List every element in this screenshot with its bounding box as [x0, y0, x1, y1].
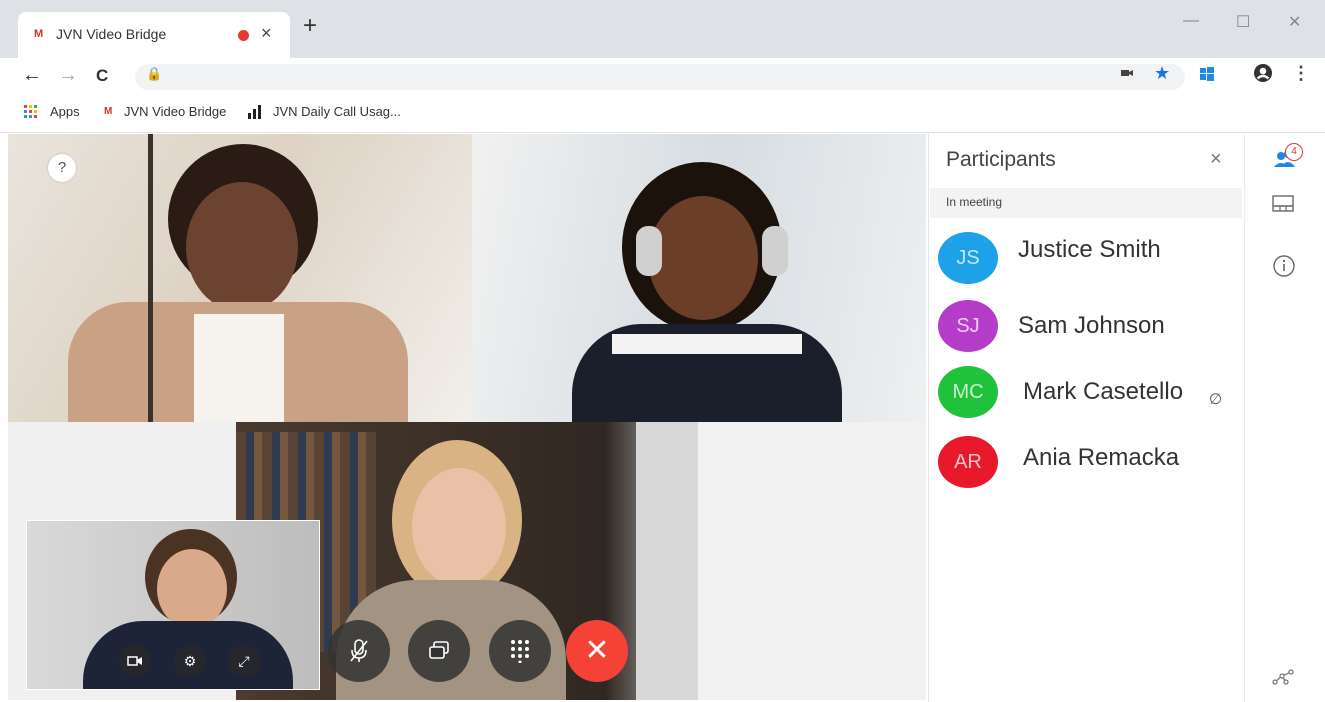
mic-off-icon: ∅: [1209, 391, 1223, 408]
background-wall: [636, 422, 698, 700]
right-rail: [1244, 134, 1325, 702]
self-expand-button[interactable]: ⤢: [228, 645, 260, 677]
self-video-button[interactable]: [119, 645, 151, 677]
camera-indicator-icon[interactable]: [1120, 66, 1134, 85]
lock-icon: 🔒: [146, 66, 163, 81]
bookmark-jvn-daily-call-usage[interactable]: JVN Daily Call Usag...: [273, 104, 401, 119]
info-icon[interactable]: [1272, 254, 1296, 283]
help-button[interactable]: ?: [48, 154, 76, 182]
bookmark-apps[interactable]: Apps: [50, 104, 80, 119]
participant-name: Justice Smith: [1018, 236, 1161, 263]
bookmark-jvn-video-bridge[interactable]: JVN Video Bridge: [124, 104, 226, 119]
participants-panel-close-button[interactable]: ×: [1210, 148, 1222, 171]
participant-item[interactable]: SJ Sam Johnson: [930, 294, 1242, 356]
forward-button[interactable]: →: [58, 64, 78, 87]
participant-avatar: SJ: [938, 300, 998, 352]
headphone-left: [636, 226, 662, 276]
participant-face: [412, 468, 506, 586]
participant-item[interactable]: AR Ania Remacka: [930, 430, 1242, 492]
close-window-button[interactable]: ✕: [1288, 12, 1301, 32]
reload-button[interactable]: C: [96, 66, 108, 86]
video-tile-participant-2[interactable]: [472, 134, 926, 422]
minimize-button[interactable]: —: [1183, 12, 1199, 30]
apps-grid-icon[interactable]: [24, 105, 38, 124]
participants-panel-title: Participants: [946, 148, 1056, 171]
maximize-button[interactable]: ☐: [1236, 12, 1250, 32]
background-pole: [148, 134, 153, 422]
network-icon[interactable]: [1272, 668, 1294, 691]
bookmark-favicon-icon: M: [104, 106, 113, 117]
participant-avatar: MC: [938, 366, 998, 418]
menu-icon[interactable]: ⋮: [1292, 63, 1310, 84]
tab-title: JVN Video Bridge: [56, 26, 167, 42]
participant-name: Sam Johnson: [1018, 312, 1165, 339]
participant-name: Mark Casetello: [1023, 378, 1184, 405]
participant-face: [186, 182, 298, 312]
video-tile-empty-right: [698, 422, 926, 700]
participant-name: Ania Remacka: [1023, 444, 1180, 471]
share-screen-button[interactable]: [408, 620, 470, 682]
headphone-right: [762, 226, 788, 276]
back-button[interactable]: ←: [22, 64, 42, 87]
keypad-button[interactable]: [489, 620, 551, 682]
self-view[interactable]: ⚙ ⤢: [26, 520, 320, 690]
in-meeting-label: In meeting: [946, 195, 1003, 209]
bookmark-star-icon[interactable]: ★: [1154, 63, 1170, 84]
end-call-button[interactable]: ✕: [566, 620, 628, 682]
video-tile-participant-1[interactable]: [8, 134, 472, 422]
participant-item[interactable]: MC Mark Casetello ∅: [930, 360, 1242, 422]
participants-count-badge: 4: [1285, 143, 1303, 161]
recording-indicator-icon: [238, 30, 249, 41]
bar-chart-icon: [248, 105, 264, 124]
video-grid: ⚙ ⤢ ? ✕: [8, 134, 926, 700]
extension-icon[interactable]: [1199, 66, 1215, 87]
address-bar[interactable]: [135, 64, 1185, 90]
participant-avatar: JS: [938, 232, 998, 284]
tab-favicon-icon: M: [34, 28, 44, 40]
mute-button[interactable]: [328, 620, 390, 682]
self-face: [157, 549, 227, 629]
profile-icon[interactable]: [1253, 63, 1273, 88]
participant-face: [648, 196, 758, 320]
participant-avatar: AR: [938, 436, 998, 488]
layout-icon[interactable]: [1271, 194, 1295, 219]
tab-close-button[interactable]: ×: [261, 23, 272, 44]
participant-stripe: [612, 334, 802, 354]
browser-tab[interactable]: M JVN Video Bridge ×: [18, 12, 290, 58]
self-settings-button[interactable]: ⚙: [174, 645, 206, 677]
participant-shirt: [194, 314, 284, 422]
participant-item[interactable]: JS Justice Smith: [930, 226, 1242, 288]
new-tab-button[interactable]: +: [303, 14, 317, 38]
